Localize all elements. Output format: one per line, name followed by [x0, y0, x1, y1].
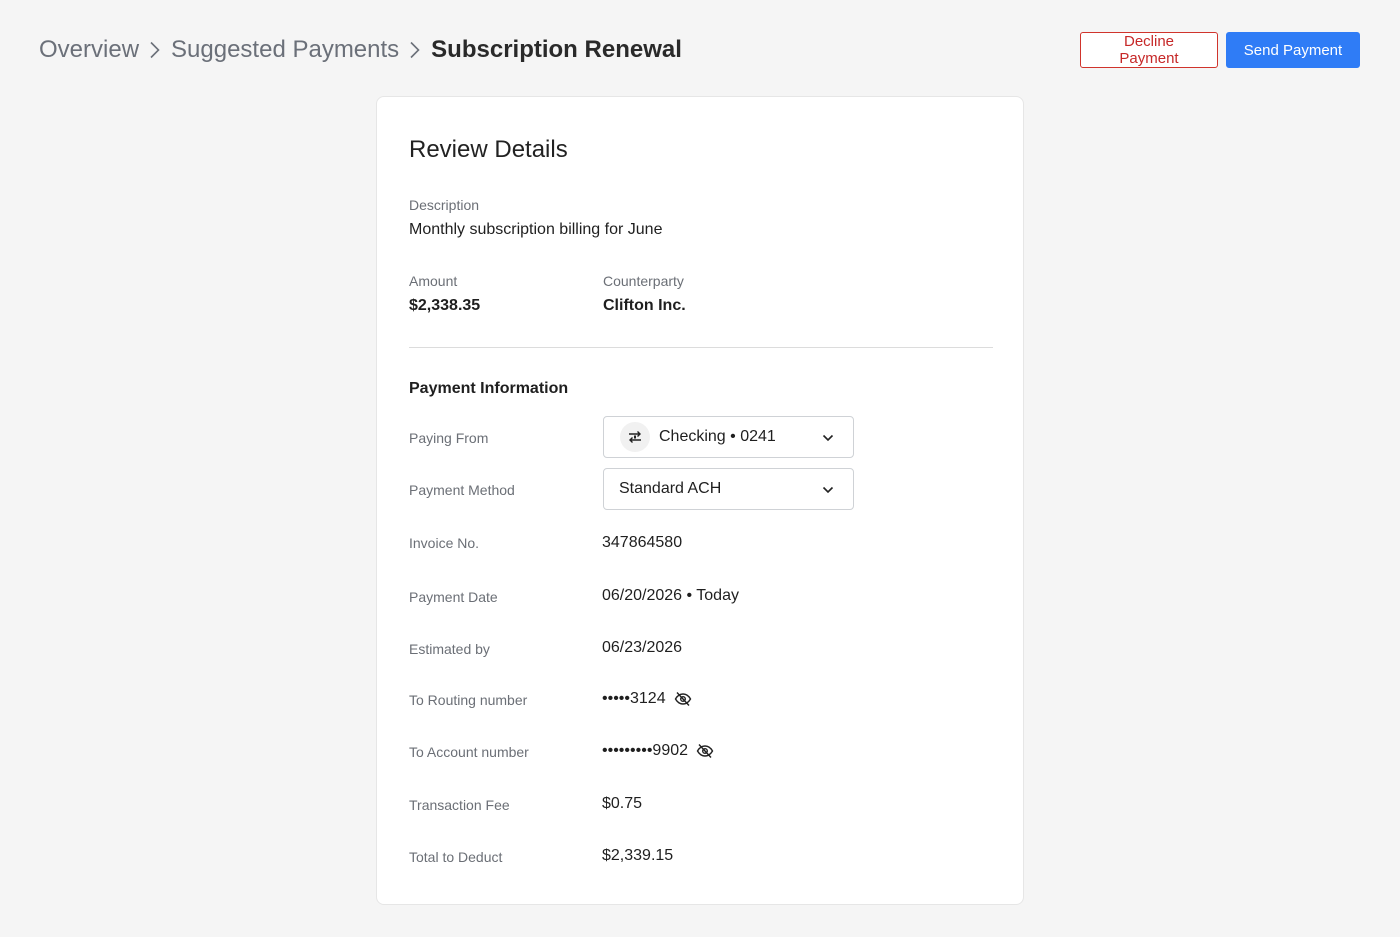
amount-value: $2,338.35 [409, 297, 481, 314]
breadcrumb-suggested-payments[interactable]: Suggested Payments [171, 34, 399, 66]
transaction-fee-value: $0.75 [602, 795, 643, 812]
bank-transfer-icon [620, 422, 650, 452]
account-number-label: To Account number [409, 744, 529, 760]
invoice-label: Invoice No. [409, 535, 480, 551]
payment-information-title: Payment Information [409, 380, 569, 397]
payment-method-select[interactable]: Standard ACH [603, 468, 854, 510]
description-label: Description [409, 197, 480, 213]
payment-method-value: Standard ACH [619, 480, 722, 497]
payment-method-label: Payment Method [409, 482, 515, 498]
decline-payment-button[interactable]: Decline Payment [1080, 32, 1218, 68]
eye-off-icon[interactable] [674, 691, 692, 707]
top-bar: Overview Suggested Payments Subscription… [0, 0, 1400, 96]
amount-label: Amount [409, 273, 458, 289]
review-title: Review Details [409, 136, 568, 163]
payment-date-value: 06/20/2026 • Today [602, 587, 739, 604]
routing-number-value: •••••3124 [602, 690, 666, 707]
header-actions: Decline Payment Send Payment [1080, 32, 1360, 68]
estimated-by-value: 06/23/2026 [602, 639, 683, 656]
breadcrumb: Overview Suggested Payments Subscription… [39, 34, 682, 66]
total-to-deduct-value: $2,339.15 [602, 847, 674, 864]
description-value: Monthly subscription billing for June [409, 221, 663, 238]
routing-number-label: To Routing number [409, 692, 528, 708]
review-card: Review Details Description Monthly subsc… [376, 96, 1024, 905]
eye-off-icon[interactable] [696, 743, 714, 759]
total-to-deduct-label: Total to Deduct [409, 849, 503, 865]
chevron-down-icon [821, 483, 835, 497]
payment-date-label: Payment Date [409, 589, 498, 605]
paying-from-value: Checking • 0241 [659, 428, 776, 445]
invoice-value: 347864580 [602, 534, 683, 551]
estimated-by-label: Estimated by [409, 641, 490, 657]
breadcrumb-overview[interactable]: Overview [39, 34, 139, 66]
paying-from-select[interactable]: Checking • 0241 [603, 416, 854, 458]
chevron-right-icon [399, 41, 431, 59]
account-number-row: •••••••••9902 [602, 741, 714, 761]
counterparty-value: Clifton Inc. [603, 297, 686, 314]
counterparty-label: Counterparty [603, 273, 684, 289]
divider [409, 347, 993, 348]
account-number-value: •••••••••9902 [602, 742, 689, 759]
routing-number-row: •••••3124 [602, 689, 692, 709]
send-payment-button[interactable]: Send Payment [1226, 32, 1360, 68]
transaction-fee-label: Transaction Fee [409, 797, 510, 813]
page-title: Subscription Renewal [431, 36, 682, 63]
paying-from-label: Paying From [409, 430, 489, 446]
chevron-down-icon [821, 431, 835, 445]
chevron-right-icon [139, 41, 171, 59]
